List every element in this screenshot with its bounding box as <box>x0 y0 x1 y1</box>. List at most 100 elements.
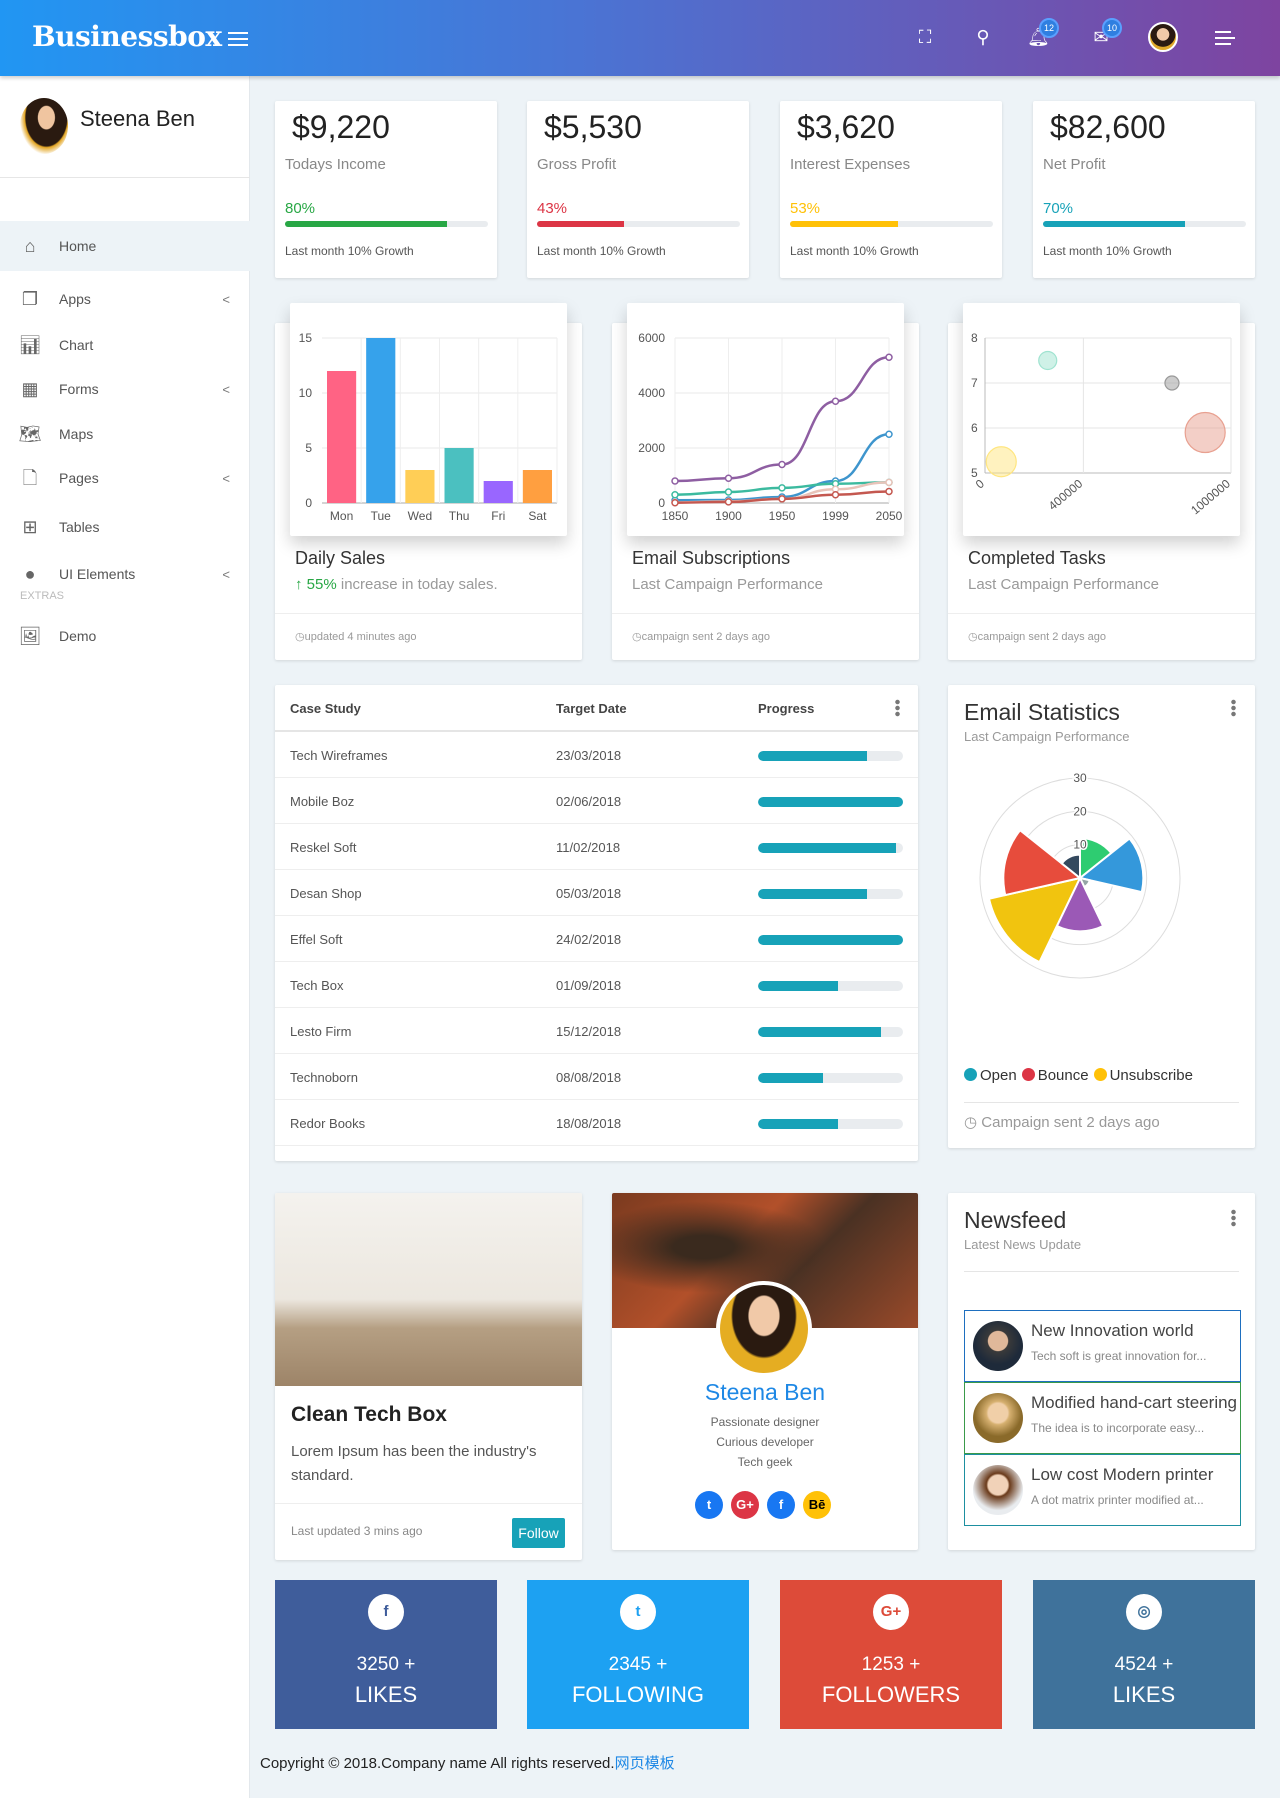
stat-percent: 53% <box>790 200 821 217</box>
polar-area-chart: 10 20 30 <box>979 770 1181 979</box>
legend-item[interactable]: Open <box>964 1067 1017 1084</box>
data-point <box>885 478 893 487</box>
tick-label: 1999 <box>822 509 849 523</box>
table-row[interactable]: Tech Wireframes 23/03/2018 <box>275 732 918 778</box>
tick-label: 20 <box>1073 804 1087 818</box>
table-row[interactable]: Desan Shop 05/03/2018 <box>275 870 918 916</box>
stat-label: Net Profit <box>1043 156 1106 173</box>
mail-icon[interactable]: ✉︎ 10 <box>1090 18 1122 48</box>
office-photo <box>275 1193 582 1386</box>
facebook-icon[interactable]: f <box>767 1491 795 1519</box>
twitter-icon[interactable]: t <box>695 1491 723 1519</box>
table-row[interactable]: Lesto Firm 15/12/2018 <box>275 1008 918 1054</box>
news-text: A dot matrix printer modified at... <box>1031 1493 1204 1507</box>
news-item[interactable]: Low cost Modern printer A dot matrix prin… <box>964 1454 1241 1526</box>
avatar <box>716 1281 812 1377</box>
menu-icon[interactable] <box>228 32 248 46</box>
sidebar-item-tables[interactable]: ⊞ Tables <box>0 502 250 552</box>
stat-percent: 43% <box>537 200 568 217</box>
bell-icon[interactable]: 🔔︎ 12 <box>1027 18 1059 48</box>
stat-note: Last month 10% Growth <box>1043 244 1172 258</box>
table-row[interactable]: Technoborn 08/08/2018 <box>275 1054 918 1100</box>
follow-button[interactable]: Follow <box>512 1518 565 1548</box>
progress-bar <box>758 751 903 761</box>
tick-label: Mon <box>330 509 353 523</box>
footer-link[interactable]: 网页模板 <box>615 1755 675 1772</box>
tick-label: 5 <box>305 441 312 455</box>
chart-card: 0 2000 4000 6000 1850 1900 1950 1999 2050 Email S… <box>612 303 919 660</box>
sidebar-item-apps[interactable]: ❐ Apps < <box>0 274 250 324</box>
data-point <box>724 474 733 482</box>
sidebar-item-demo[interactable]: 🖼︎ Demo <box>0 611 250 661</box>
data-point <box>778 495 786 503</box>
target-date: 11/02/2018 <box>556 840 621 855</box>
sidebar-item-forms[interactable]: ▦ Forms < <box>0 364 250 414</box>
stat-value: $9,220 <box>292 109 390 145</box>
sidebar-item-maps[interactable]: 🗺︎ Maps <box>0 409 250 459</box>
tile-label: LIKES <box>354 1682 418 1707</box>
case-study-name: Redor Books <box>290 1116 366 1131</box>
sidebar-item-label: Maps <box>59 426 94 442</box>
chart-card: 5 6 7 8 0 400000 1000000 Completed Tasks Last Ca… <box>948 303 1255 660</box>
tick-label: 400000 <box>1046 476 1086 513</box>
table-row[interactable]: Mobile Boz 02/06/2018 <box>275 778 918 824</box>
case-study-name: Tech Box <box>290 978 344 993</box>
home-icon: ⌂ <box>24 236 36 256</box>
card-title: Email Subscriptions <box>632 548 791 568</box>
table-row[interactable]: Redor Books 18/08/2018 <box>275 1100 918 1146</box>
stat-note: Last month 10% Growth <box>790 244 919 258</box>
stat-note: Last month 10% Growth <box>537 244 666 258</box>
social-tile[interactable]: t 2345 + FOLLOWING <box>527 1580 749 1729</box>
tick-label: 4000 <box>638 386 665 400</box>
table-row[interactable]: Reskel Soft 11/02/2018 <box>275 824 918 870</box>
chart-card: 0 5 10 15 Mon Tue Wed Thu Fri Sat Daily Sales ↑ 55%… <box>275 303 582 660</box>
column-header[interactable]: Case Study <box>290 701 361 716</box>
sidebar-item-label: Tables <box>59 519 100 535</box>
sidebar-item-pages[interactable]: 🗋 Pages < <box>0 453 250 503</box>
sidebar-item-chart[interactable]: 📊︎ Chart <box>0 320 250 370</box>
tick-label: 15 <box>299 331 313 345</box>
news-item[interactable]: New Innovation world Tech soft is great i… <box>964 1310 1241 1382</box>
case-study-name: Lesto Firm <box>290 1024 352 1039</box>
legend-item[interactable]: Unsubscribe <box>1093 1067 1193 1084</box>
sidebar-item-home[interactable]: ⌂ Home <box>0 221 250 271</box>
column-header[interactable]: Progress <box>758 701 814 716</box>
menu-icon[interactable] <box>1215 31 1235 45</box>
more-options-icon[interactable] <box>1231 699 1236 717</box>
case-study-name: Effel Soft <box>290 932 343 947</box>
social-tile[interactable]: G+ 1253 + FOLLOWERS <box>780 1580 1002 1729</box>
tick-label: 10 <box>299 386 313 400</box>
progress-bar <box>758 981 903 991</box>
divider <box>612 613 919 614</box>
news-item[interactable]: Modified hand-cart steering The idea is t… <box>964 1382 1241 1454</box>
table-row[interactable]: Tech Box 01/09/2018 <box>275 962 918 1008</box>
card-subtitle: Last Campaign Performance <box>632 576 823 593</box>
tick-label: 30 <box>1073 771 1087 785</box>
profile-name[interactable]: Steena Ben <box>612 1379 918 1406</box>
card-footer: campaign sent 2 days ago <box>977 631 1107 643</box>
brand-logo[interactable]: Businessbox <box>32 20 222 53</box>
profile-line: Curious developer <box>716 1435 814 1449</box>
tile-count: 1253 + <box>861 1654 921 1675</box>
target-date: 23/03/2018 <box>556 748 622 763</box>
fullscreen-icon[interactable]: ⛶ <box>914 26 936 48</box>
table-row[interactable]: Effel Soft 24/02/2018 <box>275 916 918 962</box>
social-tile[interactable]: f 3250 + LIKES <box>275 1580 497 1729</box>
case-study-name: Reskel Soft <box>290 840 357 855</box>
data-point <box>671 477 679 485</box>
column-header[interactable]: Target Date <box>556 701 627 716</box>
card-footer: updated 4 minutes ago <box>304 631 417 643</box>
avatar[interactable] <box>1148 22 1178 52</box>
divider <box>275 1503 582 1504</box>
case-study-name: Mobile Boz <box>290 794 355 809</box>
behance-icon[interactable]: Bē <box>803 1491 831 1519</box>
google-plus-icon[interactable]: G+ <box>731 1491 759 1519</box>
search-icon[interactable]: ⚲ <box>972 26 994 48</box>
more-options-icon[interactable] <box>1231 1209 1236 1227</box>
legend-item[interactable]: Bounce <box>1021 1067 1089 1084</box>
card-subtitle: Last Campaign Performance <box>968 576 1159 593</box>
social-tile[interactable]: ◎ 4524 + LIKES <box>1033 1580 1255 1729</box>
more-options-icon[interactable] <box>895 699 900 717</box>
target-date: 05/03/2018 <box>556 886 622 901</box>
tick-label: Wed <box>408 509 432 523</box>
